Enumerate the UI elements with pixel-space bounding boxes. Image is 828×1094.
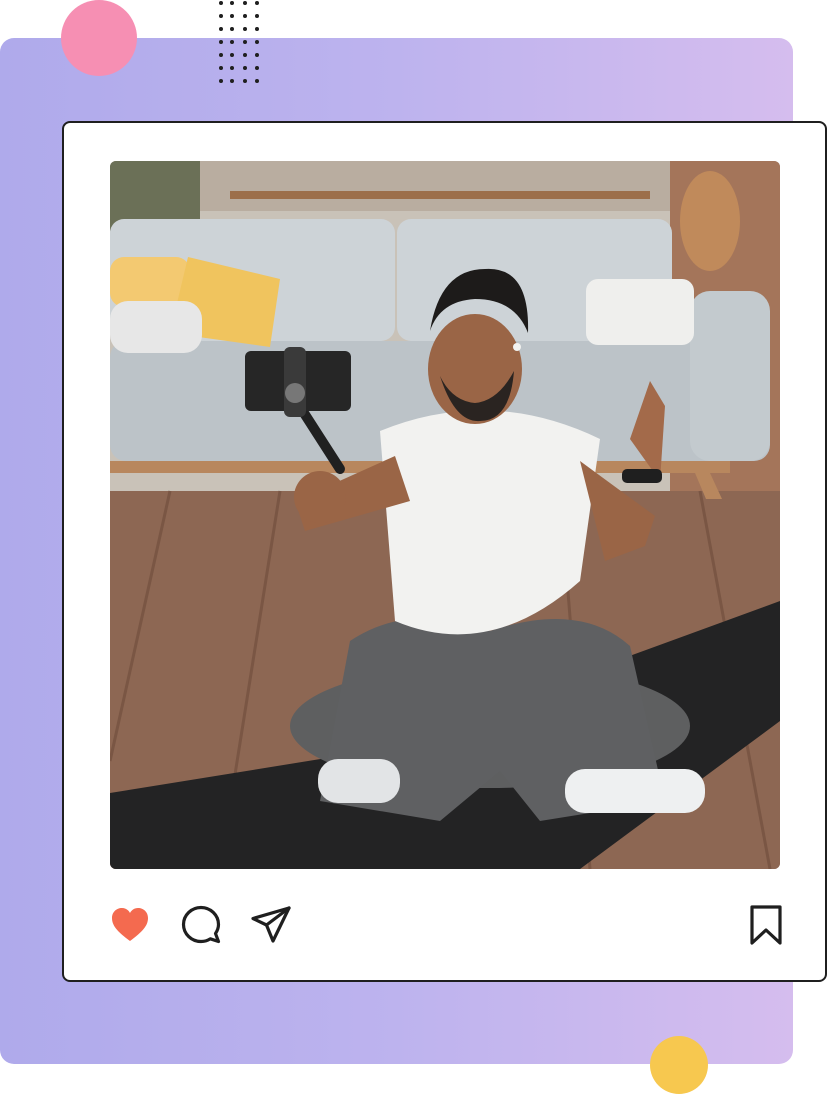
- post-action-bar: [108, 903, 788, 951]
- decorative-pink-circle: [61, 0, 137, 76]
- bookmark-icon[interactable]: [744, 903, 788, 947]
- decorative-dot-grid: [219, 1, 259, 83]
- post-photo[interactable]: [110, 161, 780, 869]
- post-mockup: [0, 0, 828, 1094]
- decorative-yellow-circle: [650, 1036, 708, 1094]
- comment-icon[interactable]: [179, 903, 223, 947]
- heart-icon[interactable]: [108, 903, 152, 947]
- photo-illustration: [110, 161, 780, 869]
- share-icon[interactable]: [249, 903, 293, 947]
- post-card: [62, 121, 827, 982]
